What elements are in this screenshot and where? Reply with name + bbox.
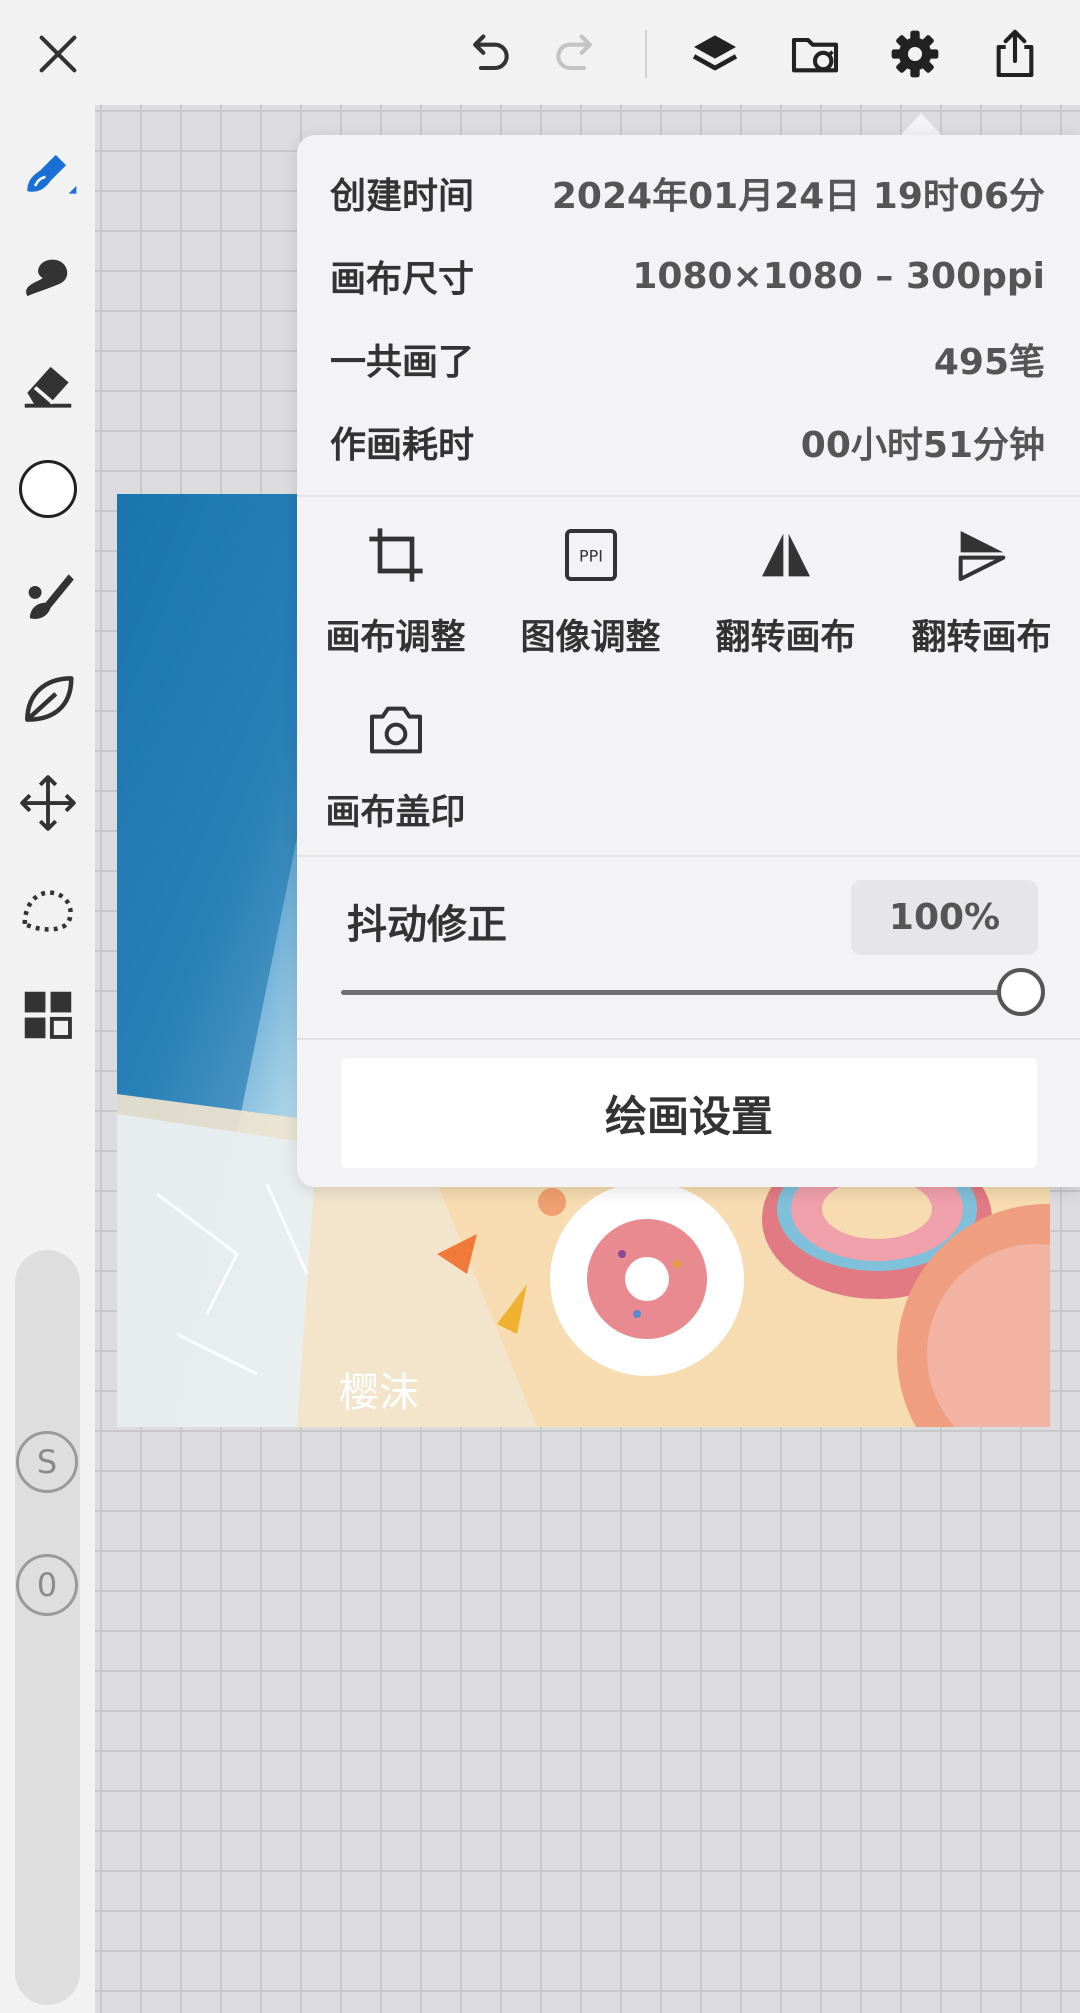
eraser-icon[interactable]: [10, 347, 85, 422]
strokes-label: 一共画了: [330, 342, 475, 383]
jitter-label: 抖动修正: [347, 902, 507, 948]
canvas-adjust-label: 画布调整: [325, 618, 466, 658]
image-adjust-label: 图像调整: [520, 618, 661, 658]
divider: [297, 1038, 1080, 1040]
info-strokes: 一共画了 495笔: [330, 329, 1045, 389]
camera-icon: [369, 706, 422, 754]
jitter-value[interactable]: 100%: [851, 880, 1038, 955]
ppi-icon-text: PPI: [578, 547, 602, 566]
info-time: 作画耗时 00小时51分钟: [330, 412, 1045, 472]
jitter-slider-track[interactable]: [341, 990, 1021, 995]
grid-apps-icon[interactable]: [10, 977, 85, 1052]
brush-icon[interactable]: [10, 135, 85, 210]
flip-horizontal-label: 翻转画布: [715, 618, 856, 658]
canvas-settings-panel: 创建时间 2024年01月24日 19时06分 画布尺寸 1080×1080 –…: [297, 135, 1080, 1187]
draw-settings-button[interactable]: 绘画设置: [341, 1058, 1037, 1168]
info-created: 创建时间 2024年01月24日 19时06分: [330, 163, 1045, 223]
undo-icon[interactable]: [452, 18, 524, 90]
flip-horizontal-icon: [761, 533, 810, 577]
color-swatch[interactable]: [10, 451, 85, 526]
flip-vertical-label: 翻转画布: [911, 618, 1052, 658]
canvas-adjust-button[interactable]: 画布调整: [298, 523, 493, 683]
fill-brush-icon[interactable]: [10, 557, 85, 632]
layers-icon[interactable]: [679, 18, 751, 90]
strokes-value: 495笔: [933, 342, 1045, 383]
redo-icon[interactable]: [541, 18, 613, 90]
smudge-icon[interactable]: [10, 240, 85, 315]
folder-sync-icon[interactable]: [779, 18, 851, 90]
move-icon[interactable]: [10, 765, 85, 840]
tool-sidebar: S 0: [0, 105, 95, 2013]
time-value: 00小时51分钟: [800, 425, 1045, 466]
top-toolbar: [0, 0, 1080, 105]
size-s-button[interactable]: S: [16, 1431, 78, 1493]
divider: [297, 855, 1080, 857]
time-label: 作画耗时: [330, 425, 475, 466]
flip-horizontal-button[interactable]: 翻转画布: [688, 523, 883, 683]
toolbar-divider: [645, 30, 647, 78]
image-adjust-button[interactable]: PPI 图像调整: [493, 523, 688, 683]
artwork-signature: 樱沫: [339, 1370, 419, 1416]
opacity-zero-button[interactable]: 0: [16, 1554, 78, 1616]
jitter-slider-thumb[interactable]: [997, 968, 1045, 1016]
current-color-dot: [18, 459, 77, 518]
flip-vertical-icon: [958, 531, 1005, 581]
created-label: 创建时间: [330, 176, 475, 217]
size-value: 1080×1080 – 300ppi: [632, 255, 1045, 297]
flip-vertical-button[interactable]: 翻转画布: [884, 523, 1079, 683]
brush-size-slider[interactable]: [15, 1250, 80, 2005]
ppi-icon: PPI: [564, 529, 617, 581]
size-label: 画布尺寸: [330, 259, 475, 300]
share-icon[interactable]: [979, 18, 1051, 90]
created-value: 2024年01月24日 19时06分: [551, 176, 1045, 217]
canvas-stamp-button[interactable]: 画布盖印: [298, 698, 493, 858]
leaf-icon[interactable]: [10, 661, 85, 736]
divider: [297, 495, 1080, 497]
lasso-icon[interactable]: [10, 873, 85, 948]
gear-icon[interactable]: [879, 18, 951, 90]
canvas-stamp-label: 画布盖印: [325, 793, 466, 833]
close-icon[interactable]: [22, 18, 94, 90]
info-size: 画布尺寸 1080×1080 – 300ppi: [330, 246, 1045, 306]
panel-pointer: [899, 113, 943, 137]
crop-icon: [368, 528, 423, 582]
